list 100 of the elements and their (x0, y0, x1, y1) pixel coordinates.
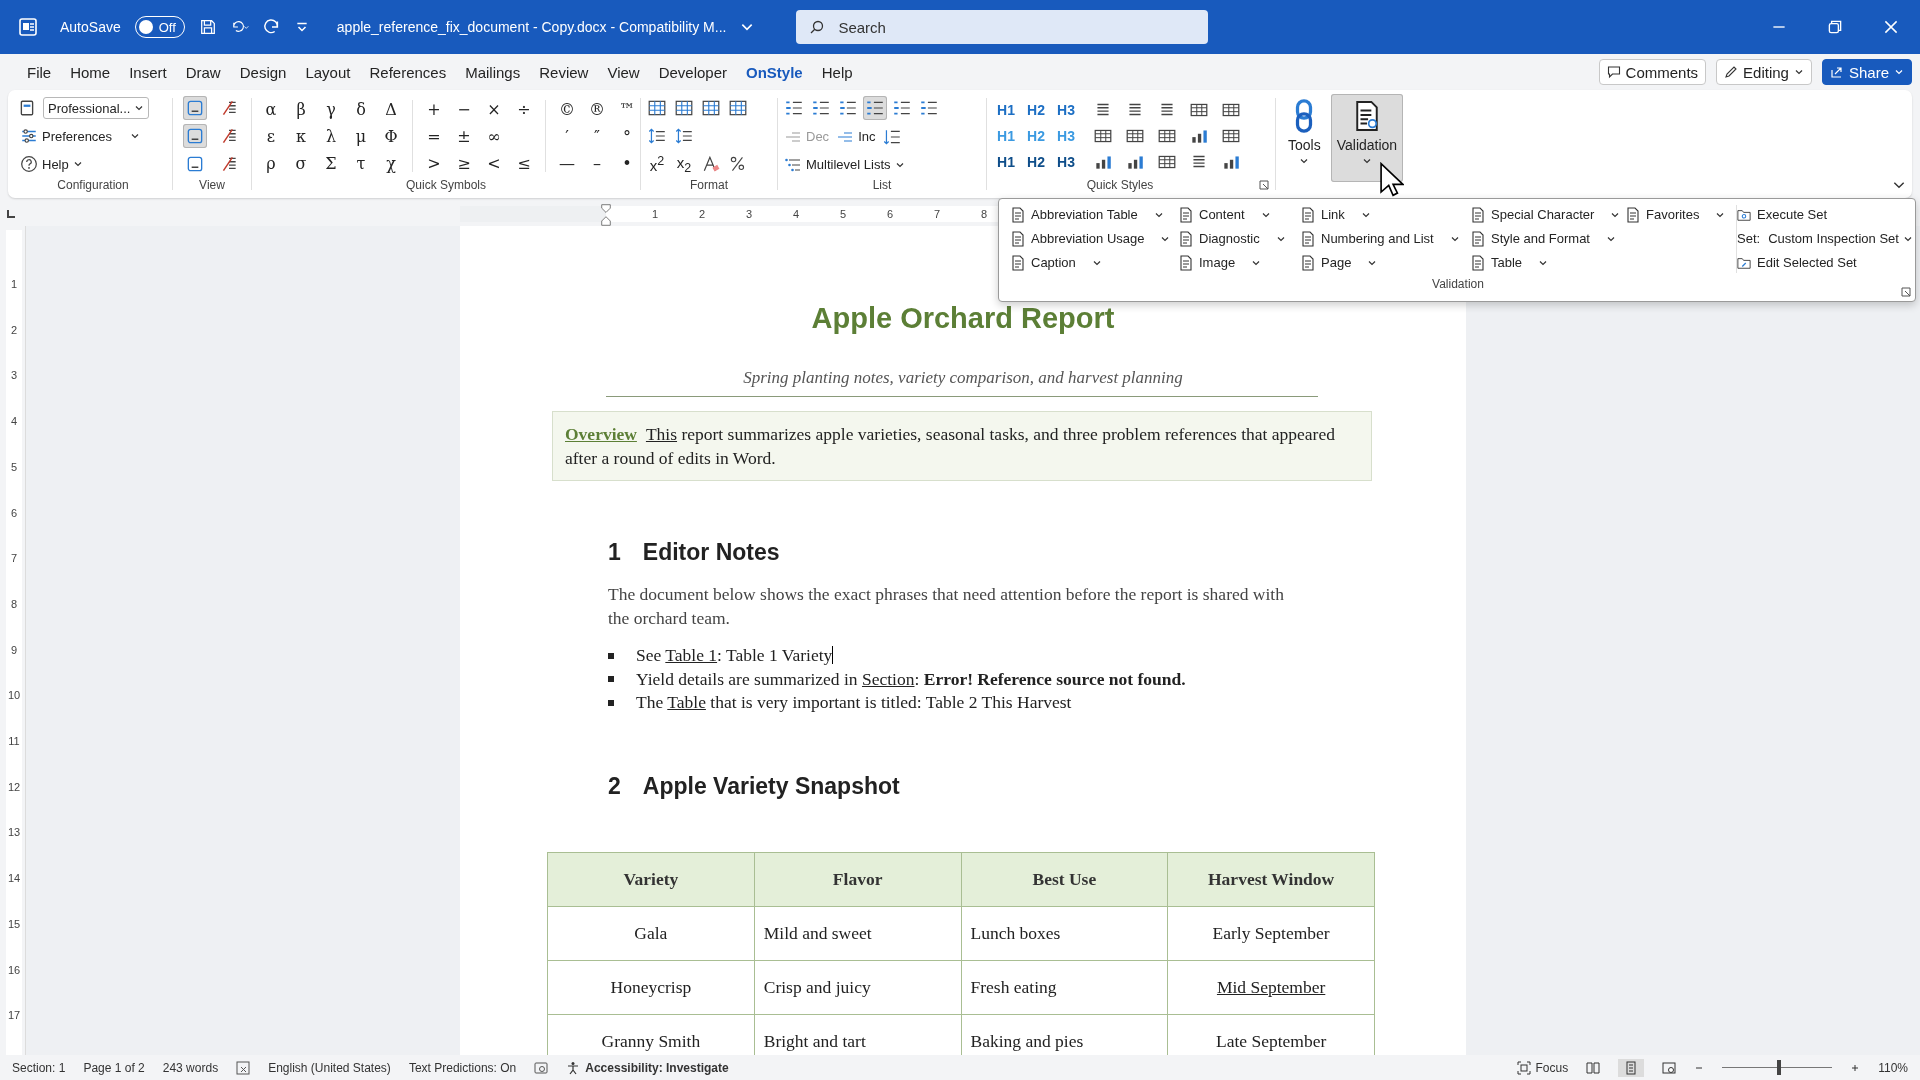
preferences-button[interactable]: Preferences (18, 125, 168, 147)
symbol-button[interactable]: β (286, 98, 316, 120)
symbol-button[interactable]: + (419, 98, 449, 120)
symbol-button[interactable]: ® (582, 98, 612, 120)
symbol-button[interactable]: > (419, 152, 449, 174)
validation-menu-item[interactable]: Abbreviation Usage (1011, 229, 1179, 248)
dialog-launcher-icon[interactable] (1259, 180, 1269, 190)
menu-tab[interactable]: OnStyle (737, 57, 812, 87)
menu-tab[interactable]: View (598, 57, 649, 87)
overview-link[interactable]: Overview (565, 424, 637, 444)
symbol-button[interactable]: χ (376, 152, 406, 174)
print-layout-icon[interactable] (1618, 1058, 1645, 1077)
symbol-button[interactable]: – (582, 152, 612, 174)
page-indicator[interactable]: Page 1 of 2 (83, 1060, 145, 1075)
symbol-button[interactable]: σ (286, 152, 316, 174)
menu-tab[interactable]: Home (61, 57, 120, 87)
heading-style-button[interactable]: H1 (991, 99, 1021, 121)
cross-reference-link[interactable]: Table 1 (665, 645, 718, 665)
symbol-button[interactable]: ± (449, 125, 479, 147)
zoom-slider-thumb[interactable] (1777, 1060, 1782, 1075)
increase-indent-button[interactable]: Inc (834, 126, 878, 148)
menu-tab[interactable]: Design (230, 57, 296, 87)
view-mode-icon[interactable] (183, 96, 207, 120)
symbol-button[interactable]: ÷ (509, 98, 539, 120)
symbol-button[interactable]: ″ (582, 125, 612, 147)
validation-menu-item[interactable]: Favorites (1626, 205, 1736, 224)
symbol-button[interactable]: ™ (612, 98, 642, 120)
validation-menu-item[interactable]: Table (1471, 253, 1626, 272)
zoom-level[interactable]: 110% (1878, 1060, 1908, 1075)
dialog-launcher-icon[interactable] (1901, 287, 1911, 297)
edit-selected-set-button[interactable]: Edit Selected Set (1737, 253, 1913, 272)
indent-marker-icon[interactable] (600, 202, 612, 228)
cross-reference-link[interactable]: Section (862, 668, 915, 689)
menu-tab[interactable]: Review (530, 57, 598, 87)
restore-icon[interactable] (1826, 18, 1844, 36)
cross-reference-link[interactable]: This (645, 424, 678, 444)
validation-menu-item[interactable]: Content (1179, 205, 1301, 224)
symbol-button[interactable]: ° (612, 125, 642, 147)
inspection-set-dropdown[interactable]: Custom Inspection Set (1768, 231, 1913, 246)
heading-style-button[interactable]: H1 (991, 151, 1021, 173)
multilevel-lists-button[interactable]: Multilevel Lists (782, 153, 907, 176)
symbol-button[interactable]: ′ (552, 125, 582, 147)
vertical-ruler[interactable]: 1 2 3 4 5 6 7 8 9 10 11 12 13 14 15 16 17 (6, 230, 22, 1055)
view-mode-icon[interactable] (183, 124, 207, 148)
menu-tab[interactable]: Insert (120, 57, 176, 87)
symbol-button[interactable]: ≤ (509, 152, 539, 174)
validation-menu-item[interactable]: Special Character (1471, 205, 1626, 224)
subscript-button[interactable]: x$_{2}$ (672, 152, 696, 176)
document-title[interactable]: apple_reference_fix_document - Copy.docx - Compatibility M... (336, 19, 727, 35)
symbol-button[interactable]: γ (316, 98, 346, 120)
word-count[interactable]: 243 words (162, 1060, 219, 1075)
cross-reference-link[interactable]: Table (667, 692, 706, 712)
menu-tab[interactable]: Mailings (456, 57, 530, 87)
text-predictions-indicator[interactable]: Text Predictions: On (408, 1060, 517, 1075)
list-format-icon[interactable] (863, 96, 887, 121)
validation-menu-item[interactable]: Page (1301, 253, 1471, 272)
symbol-button[interactable]: Σ (316, 152, 346, 174)
share-button[interactable]: Share (1821, 59, 1912, 85)
symbol-button[interactable]: − (449, 98, 479, 120)
customize-toolbar-icon[interactable] (294, 20, 309, 34)
symbol-button[interactable]: Δ (376, 98, 406, 120)
execute-set-button[interactable]: Execute Set (1737, 205, 1913, 224)
validation-menu-item[interactable]: Abbreviation Table (1011, 205, 1179, 224)
form-icon[interactable] (18, 99, 36, 117)
validation-menu-item[interactable]: Caption (1011, 253, 1179, 272)
symbol-button[interactable]: ρ (256, 152, 286, 174)
style-dropdown[interactable]: Professional... (43, 97, 150, 119)
editing-button[interactable]: Editing (1716, 59, 1812, 85)
symbol-button[interactable]: δ (346, 98, 376, 120)
menu-tab[interactable]: Help (812, 57, 862, 87)
symbol-button[interactable]: α (256, 98, 286, 120)
focus-button[interactable]: Focus (1516, 1060, 1569, 1075)
menu-tab[interactable]: Draw (176, 57, 230, 87)
menu-tab[interactable]: File (18, 57, 61, 87)
symbol-button[interactable]: ∞ (479, 125, 509, 147)
heading-style-button[interactable]: H3 (1051, 151, 1081, 173)
search-field[interactable]: Search (796, 10, 1209, 44)
symbol-button[interactable]: — (552, 152, 582, 174)
section-indicator[interactable]: Section: 1 (12, 1060, 66, 1075)
proofing-icon[interactable] (236, 1060, 251, 1075)
display-settings-icon[interactable] (534, 1060, 549, 1075)
symbol-button[interactable]: ≥ (449, 152, 479, 174)
symbol-button[interactable]: μ (346, 125, 376, 147)
heading-style-button[interactable]: H2 (1021, 151, 1051, 173)
menu-tab[interactable]: References (360, 57, 456, 87)
accessibility-button[interactable]: Accessibility: Investigate (566, 1060, 729, 1075)
language-indicator[interactable]: English (United States) (268, 1060, 391, 1075)
symbol-button[interactable]: Φ (376, 125, 406, 147)
menu-tab[interactable]: Layout (296, 57, 360, 87)
validation-menu-item[interactable]: Numbering and List (1301, 229, 1471, 248)
comments-button[interactable]: Comments (1598, 59, 1707, 85)
validation-menu-item[interactable]: Style and Format (1471, 229, 1626, 248)
validation-menu-item[interactable]: Image (1179, 253, 1301, 272)
symbol-button[interactable]: × (479, 98, 509, 120)
zoom-in-icon[interactable] (1850, 1062, 1861, 1073)
symbol-button[interactable]: τ (346, 152, 376, 174)
heading-style-button[interactable]: H3 (1051, 99, 1081, 121)
help-button[interactable]: Help (18, 153, 168, 175)
save-icon[interactable] (198, 18, 217, 36)
read-mode-icon[interactable] (1586, 1060, 1601, 1075)
